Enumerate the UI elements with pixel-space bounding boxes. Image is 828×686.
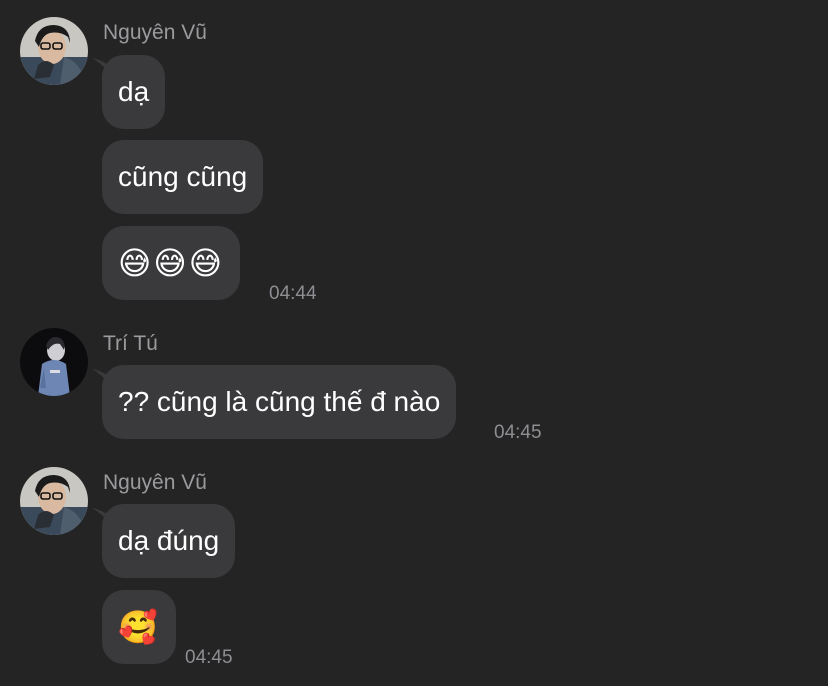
person-avatar-icon [20,17,88,85]
chat-thread: Nguyên Vũ dạ cũng cũng 😅😅😅 04:44 Trí Tú … [0,0,828,686]
message-bubble[interactable]: ?? cũng là cũng thế đ nào [102,365,457,439]
message-timestamp: 04:45 [494,422,542,443]
message-timestamp: 04:44 [269,283,317,304]
person-avatar-icon [20,467,88,535]
message-bubble[interactable]: 🥰 [102,590,176,664]
avatar[interactable] [20,328,88,396]
person-avatar-icon [20,328,88,396]
sender-name: Nguyên Vũ [103,21,207,44]
avatar[interactable] [20,17,88,85]
message-timestamp: 04:45 [185,647,233,668]
sender-name: Nguyên Vũ [103,471,207,494]
message-bubble[interactable]: 😅😅😅 [102,226,241,300]
sender-name: Trí Tú [103,332,158,355]
avatar[interactable] [20,467,88,535]
message-bubble[interactable]: dạ [102,55,166,129]
message-bubble[interactable]: cũng cũng [102,140,264,214]
message-bubble[interactable]: dạ đúng [102,504,236,578]
